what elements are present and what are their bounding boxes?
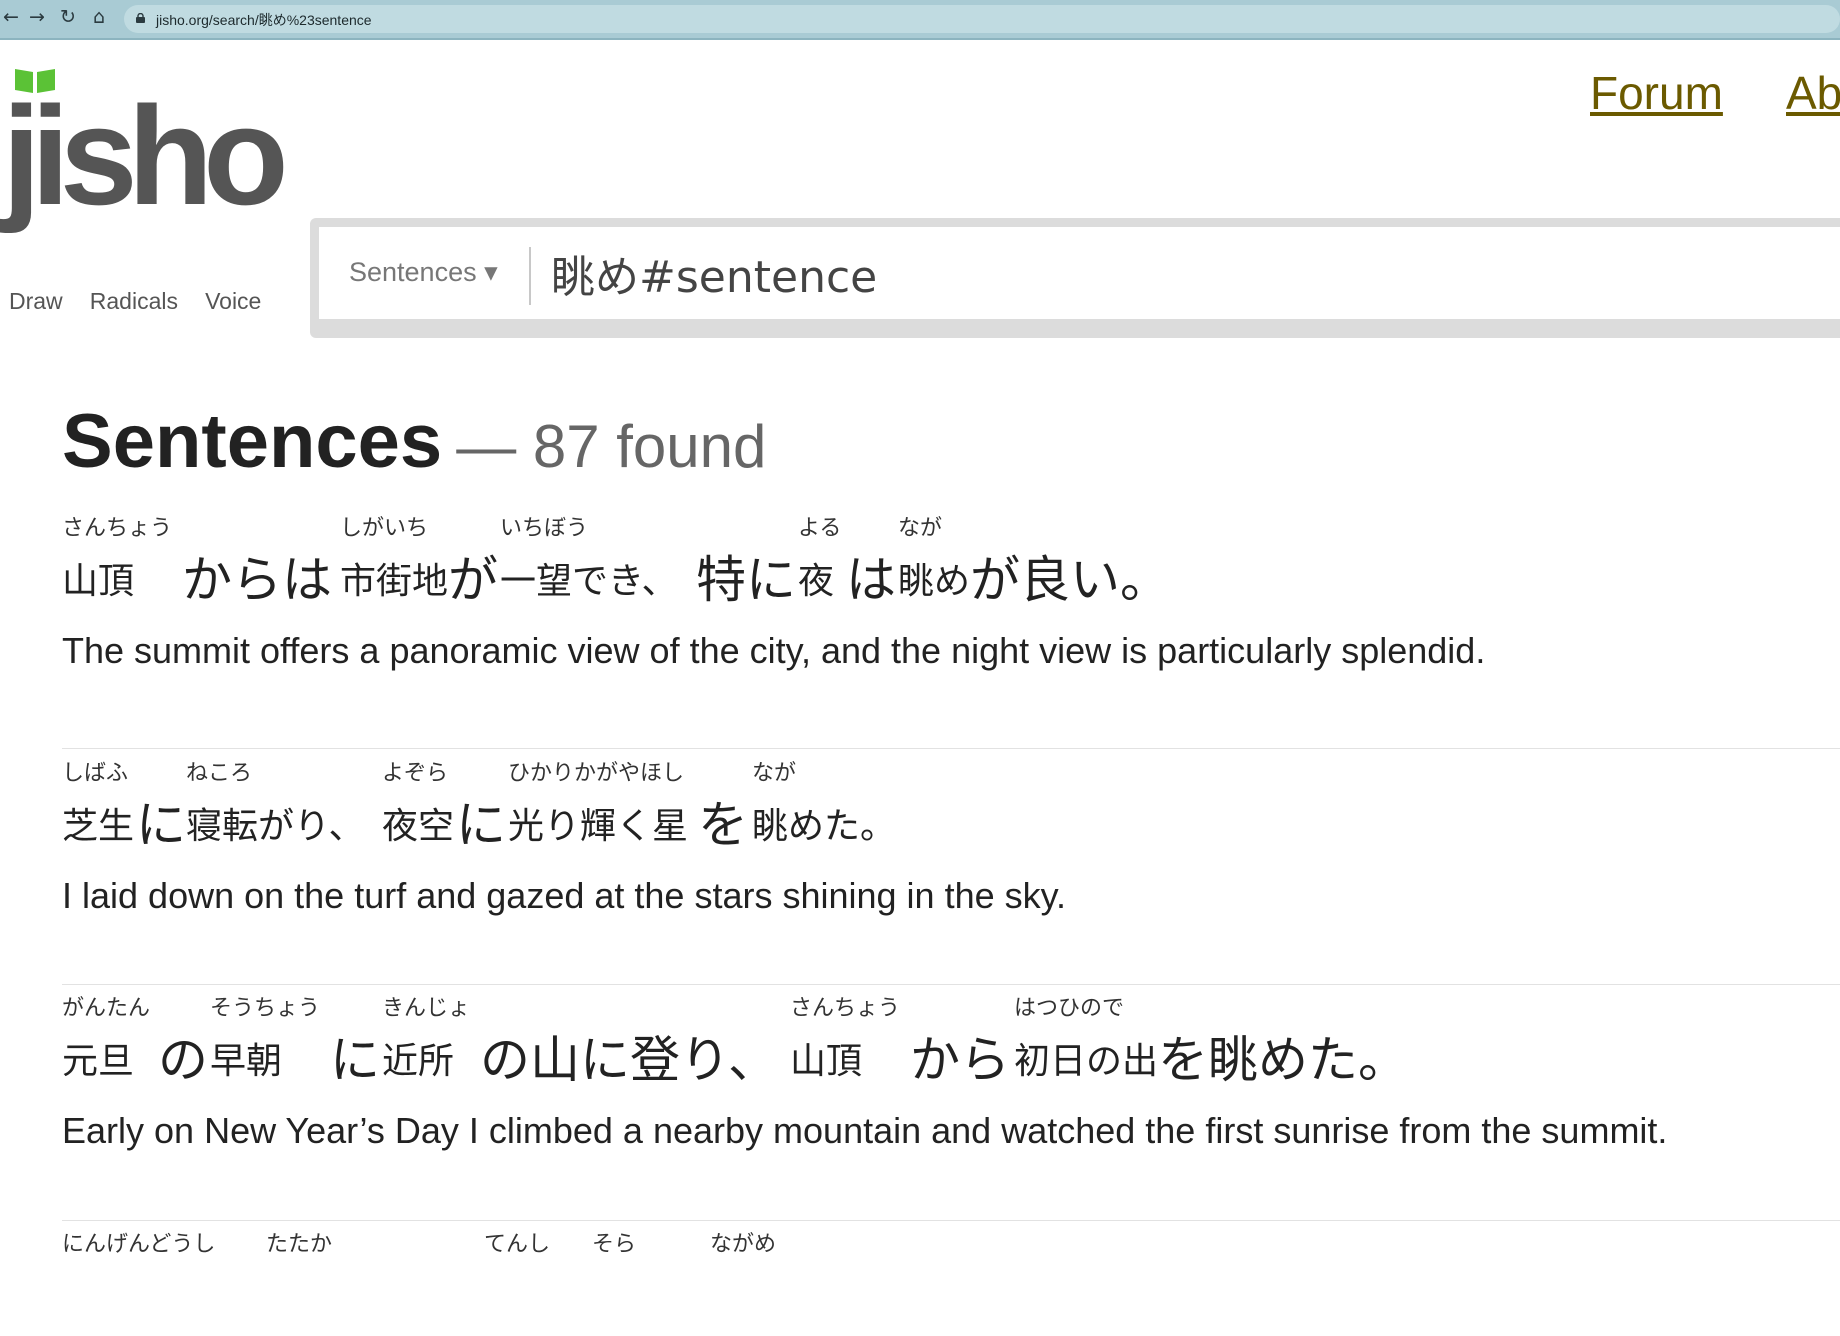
- reload-icon[interactable]: ↻: [57, 6, 79, 28]
- token-text: 一望: [500, 561, 573, 602]
- token-text: が良い。: [970, 551, 1170, 609]
- token-text: 早朝: [210, 1041, 283, 1082]
- japanese-sentence: にんげんどうし たたか てんし そら ながめ: [62, 1226, 1840, 1336]
- furigana: がんたん: [62, 996, 151, 1021]
- token-text: 元旦: [62, 1041, 135, 1082]
- furigana: ながめ: [710, 1232, 777, 1257]
- token-text: 近所: [382, 1041, 455, 1082]
- radicals-tool[interactable]: Radicals: [90, 288, 178, 314]
- japanese-sentence: しばふ芝生 に ねころ寝転がり、 よぞら夜空 に ひかりかがやほし光り輝く星 を…: [62, 755, 1840, 865]
- search-separator: [529, 247, 531, 305]
- address-bar[interactable]: jisho.org/search/眺め%23sentence: [124, 5, 1840, 33]
- token-text: を眺めた。: [1158, 1031, 1408, 1089]
- token-text: 夜空: [382, 806, 455, 847]
- sentence-divider: [62, 1220, 1840, 1221]
- token-text: 山頂: [62, 561, 135, 602]
- furigana: しばふ: [62, 761, 129, 786]
- top-nav: Forum Ab: [1590, 66, 1840, 120]
- url-text: jisho.org/search/眺め%23sentence: [156, 12, 372, 28]
- token-text: の山に登り、: [480, 1031, 778, 1089]
- lock-icon: [136, 13, 145, 23]
- token-text: 眺めた。: [752, 806, 897, 847]
- token-text: からは: [182, 551, 332, 609]
- draw-tool[interactable]: Draw: [9, 288, 63, 314]
- sentence-divider: [62, 984, 1840, 985]
- results-title: Sentences: [62, 399, 443, 484]
- furigana: ひかりかがやほし: [508, 761, 685, 786]
- browser-toolbar: ← → ↻ ⌂ jisho.org/search/眺め%23sentence: [0, 0, 1840, 40]
- forward-icon[interactable]: →: [26, 6, 48, 28]
- token-text: の: [158, 1031, 208, 1089]
- home-icon[interactable]: ⌂: [88, 6, 110, 28]
- token-text: 寝転がり、: [186, 806, 365, 847]
- search-type-dropdown[interactable]: Sentences ▾: [349, 257, 498, 288]
- jisho-logo[interactable]: jisho: [0, 56, 289, 226]
- token-text: から: [910, 1031, 1010, 1089]
- token-text: が: [448, 551, 498, 609]
- search-input[interactable]: [551, 241, 1831, 305]
- furigana: さんちょう: [62, 516, 173, 541]
- token-text: 初日の出: [1014, 1041, 1159, 1082]
- furigana: たたか: [266, 1232, 333, 1257]
- results-count: — 87 found: [456, 413, 767, 480]
- input-tools: Draw Radicals Voice: [9, 288, 283, 315]
- furigana: てんし: [484, 1232, 551, 1257]
- token-text: を: [698, 796, 748, 854]
- token-text: 山頂: [790, 1041, 863, 1082]
- token-text: に: [456, 796, 506, 854]
- results-heading: Sentences — 87 found: [62, 398, 766, 485]
- token-text: 芝生: [62, 806, 135, 847]
- furigana: そら: [592, 1232, 637, 1257]
- furigana: はつひので: [1014, 996, 1125, 1021]
- furigana: にんげんどうし: [62, 1232, 216, 1257]
- token-text: に: [136, 796, 186, 854]
- furigana: なが: [898, 516, 943, 541]
- japanese-sentence: さんちょう 山頂 からは しがいち 市街地 が いちぼう 一望 でき、 特に よる夜 …: [62, 510, 1840, 620]
- japanese-sentence: がんたん元旦 の そうちょう早朝 に きんじょ近所 の山に登り、 さんちょう山頂…: [62, 990, 1840, 1100]
- furigana: いちぼう: [500, 516, 589, 541]
- sentence-entry: さんちょう 山頂 からは しがいち 市街地 が いちぼう 一望 でき、 特に よる夜 …: [62, 510, 1840, 671]
- furigana: よる: [798, 516, 842, 541]
- english-translation: The summit offers a panoramic view of th…: [62, 630, 1486, 671]
- furigana: しがいち: [340, 516, 429, 541]
- english-translation: I laid down on the turf and gazed at the…: [62, 875, 1066, 916]
- voice-tool[interactable]: Voice: [205, 288, 261, 314]
- sentence-divider: [62, 748, 1840, 749]
- token-text: 市街地: [340, 561, 449, 602]
- token-text: 眺め: [898, 561, 971, 602]
- furigana: ねころ: [186, 761, 253, 786]
- search-form: Sentences ▾: [310, 218, 1840, 338]
- token-text: は: [846, 551, 896, 609]
- sentence-entry: がんたん元旦 の そうちょう早朝 に きんじょ近所 の山に登り、 さんちょう山頂…: [62, 990, 1840, 1151]
- furigana: そうちょう: [210, 996, 321, 1021]
- furigana: きんじょ: [382, 996, 471, 1021]
- token-text: 特に: [696, 551, 796, 609]
- nav-about-link[interactable]: Ab: [1786, 67, 1840, 119]
- furigana: よぞら: [382, 761, 449, 786]
- token-text: 夜: [798, 561, 835, 602]
- back-icon[interactable]: ←: [0, 6, 22, 28]
- logo-wordmark: jisho: [2, 77, 289, 234]
- furigana: なが: [752, 761, 797, 786]
- token-text: 光り輝く星: [508, 806, 689, 847]
- english-translation: Early on New Year’s Day I climbed a near…: [62, 1110, 1668, 1151]
- search-box: Sentences ▾: [319, 227, 1840, 319]
- sentence-entry: にんげんどうし たたか てんし そら ながめ: [62, 1226, 1840, 1336]
- nav-forum-link[interactable]: Forum: [1590, 67, 1723, 119]
- furigana: さんちょう: [790, 996, 901, 1021]
- sentence-entry: しばふ芝生 に ねころ寝転がり、 よぞら夜空 に ひかりかがやほし光り輝く星 を…: [62, 755, 1840, 916]
- token-text: でき、: [572, 561, 678, 602]
- token-text: に: [330, 1031, 380, 1089]
